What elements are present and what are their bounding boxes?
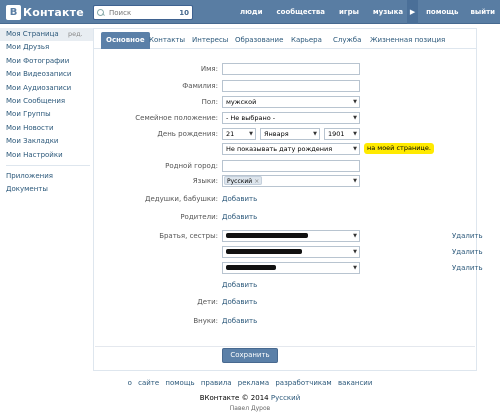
- add-parents-link[interactable]: Добавить: [222, 213, 257, 221]
- footer-link-rules[interactable]: правила: [201, 379, 232, 387]
- nav-people[interactable]: люди: [240, 8, 263, 16]
- last-name-input[interactable]: [222, 80, 360, 92]
- first-name-input[interactable]: [222, 63, 360, 75]
- footer-link-ads[interactable]: реклама: [238, 379, 269, 387]
- birth-day-select[interactable]: 21: [222, 128, 256, 140]
- tab-service[interactable]: Служба: [333, 33, 361, 48]
- tab-contacts[interactable]: Контакты: [149, 33, 185, 48]
- nav-music[interactable]: музыка: [373, 8, 403, 16]
- vk-logo-icon: В: [6, 4, 21, 20]
- sibling-select-2[interactable]: [222, 246, 360, 258]
- search-box[interactable]: 10: [93, 5, 193, 20]
- sidebar-item-apps[interactable]: Приложения: [0, 170, 94, 183]
- profile-tabs: Основное Контакты Интересы Образование К…: [94, 29, 476, 49]
- redacted-name: [226, 233, 308, 238]
- hometown-label: Родной город:: [165, 162, 218, 170]
- redacted-name: [226, 265, 276, 270]
- search-icon: [97, 8, 105, 17]
- grandchildren-label: Внуки:: [193, 317, 218, 325]
- children-label: Дети:: [197, 298, 218, 306]
- top-nav: люди сообщества игры музыка ▶ помощь вый…: [240, 0, 495, 24]
- copyright-text: ВКонтакте © 2014: [199, 394, 269, 402]
- language-tag: Русский ×: [224, 176, 263, 185]
- remove-sibling-1-link[interactable]: Удалить: [452, 232, 483, 240]
- sidebar-item-documents[interactable]: Документы: [0, 183, 94, 196]
- parents-label: Родители:: [180, 213, 218, 221]
- add-grandparents-link[interactable]: Добавить: [222, 195, 257, 203]
- sidebar-item-audio[interactable]: Мои Аудиозаписи: [0, 82, 94, 95]
- tab-career[interactable]: Карьера: [291, 33, 322, 48]
- tab-life-position[interactable]: Жизненная позиция: [370, 33, 445, 48]
- remove-tag-icon[interactable]: ×: [254, 178, 259, 185]
- sidebar-item-photos[interactable]: Мои Фотографии: [0, 55, 94, 68]
- footer-language-link[interactable]: Русский: [271, 394, 300, 402]
- sidebar-item-label: Моя Страница: [6, 30, 59, 38]
- add-grandchildren-link[interactable]: Добавить: [222, 317, 257, 325]
- birthday-visibility-select[interactable]: Не показывать дату рождения: [222, 143, 360, 155]
- search-count: 10: [179, 8, 189, 17]
- nav-logout[interactable]: выйти: [470, 8, 495, 16]
- footer-copyright: ВКонтакте © 2014 Русский: [0, 394, 500, 402]
- sidebar-item-settings[interactable]: Мои Настройки: [0, 149, 94, 162]
- sibling-select-3[interactable]: [222, 262, 360, 274]
- grandparents-label: Дедушки, бабушки:: [145, 195, 218, 203]
- add-children-link[interactable]: Добавить: [222, 298, 257, 306]
- sibling-select-1[interactable]: [222, 230, 360, 242]
- play-arrow-icon[interactable]: ▶: [407, 0, 419, 24]
- sidebar-item-messages[interactable]: Мои Сообщения: [0, 95, 94, 108]
- sidebar-item-news[interactable]: Мои Новости: [0, 122, 94, 135]
- sidebar-item-bookmarks[interactable]: Мои Закладки: [0, 135, 94, 148]
- footer-link-about[interactable]: о сайте: [128, 379, 160, 387]
- footer-links: о сайте помощь правила реклама разработч…: [0, 379, 500, 387]
- birthday-label: День рождения:: [157, 130, 218, 138]
- search-input[interactable]: [109, 8, 167, 17]
- nav-help[interactable]: помощь: [426, 8, 458, 16]
- footer-link-developers[interactable]: разработчикам: [275, 379, 331, 387]
- top-bar: В Контакте 10 люди сообщества игры музык…: [0, 0, 500, 24]
- nav-games[interactable]: игры: [339, 8, 359, 16]
- birth-month-select[interactable]: Января: [260, 128, 320, 140]
- last-name-label: Фамилия:: [182, 82, 218, 90]
- marital-status-label: Семейное положение:: [135, 114, 218, 122]
- birthday-visibility-hint: на моей странице.: [364, 143, 434, 154]
- nav-communities[interactable]: сообщества: [277, 8, 326, 16]
- vk-logo[interactable]: В Контакте: [6, 4, 84, 20]
- redacted-name: [226, 249, 302, 254]
- gender-select[interactable]: мужской: [222, 96, 360, 108]
- footer-developer[interactable]: Павел Дуров: [0, 405, 500, 412]
- birth-year-select[interactable]: 1901: [324, 128, 360, 140]
- tab-basic[interactable]: Основное: [101, 32, 150, 49]
- vk-logo-text: Контакте: [23, 5, 84, 19]
- form-divider: [95, 346, 475, 347]
- sidebar-item-my-page[interactable]: Моя Страница ред.: [0, 28, 94, 42]
- edit-profile-panel: Основное Контакты Интересы Образование К…: [93, 28, 483, 371]
- footer-link-help[interactable]: помощь: [165, 379, 194, 387]
- remove-sibling-2-link[interactable]: Удалить: [452, 248, 483, 256]
- siblings-label: Братья, сестры:: [159, 232, 218, 240]
- left-sidebar: Моя Страница ред. Мои Друзья Мои Фотогра…: [0, 28, 94, 197]
- sidebar-edit-link[interactable]: ред.: [68, 28, 83, 41]
- sidebar-item-groups[interactable]: Мои Группы: [0, 108, 94, 121]
- add-sibling-link[interactable]: Добавить: [222, 281, 257, 289]
- marital-status-select[interactable]: - Не выбрано -: [222, 112, 360, 124]
- save-button[interactable]: Сохранить: [222, 348, 278, 363]
- languages-label: Языки:: [192, 177, 218, 185]
- sidebar-item-friends[interactable]: Мои Друзья: [0, 41, 94, 54]
- sidebar-item-videos[interactable]: Мои Видеозаписи: [0, 68, 94, 81]
- tab-education[interactable]: Образование: [235, 33, 283, 48]
- language-tag-label: Русский: [227, 178, 253, 185]
- tab-interests[interactable]: Интересы: [192, 33, 228, 48]
- hometown-input[interactable]: [222, 160, 360, 172]
- first-name-label: Имя:: [200, 65, 218, 73]
- remove-sibling-3-link[interactable]: Удалить: [452, 264, 483, 272]
- sidebar-divider: [6, 164, 90, 166]
- footer-link-jobs[interactable]: вакансии: [338, 379, 372, 387]
- gender-label: Пол:: [201, 98, 218, 106]
